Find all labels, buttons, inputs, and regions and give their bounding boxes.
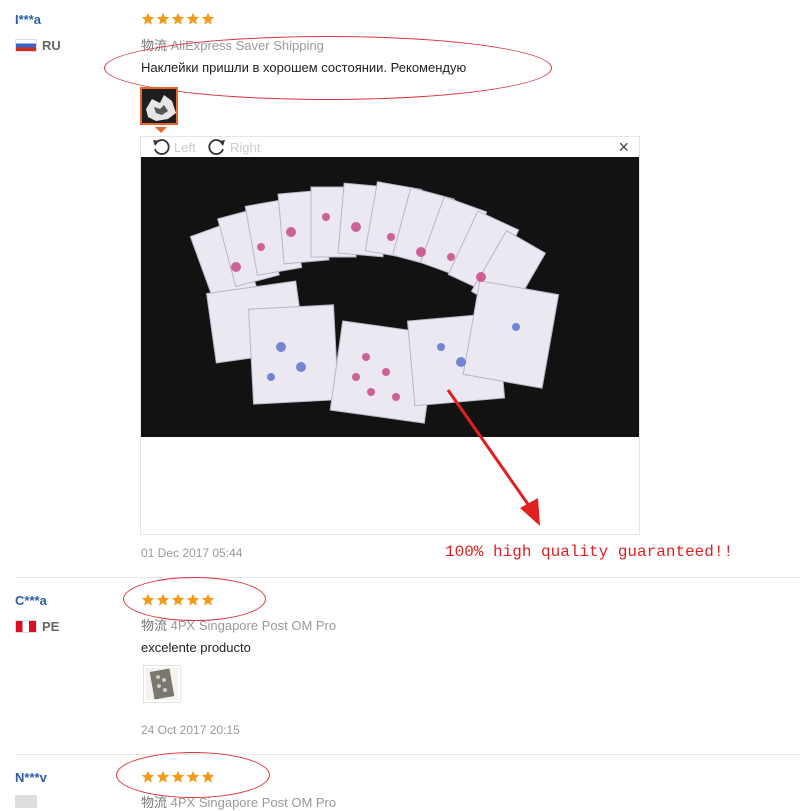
shipping-prefix: 物流 [141,795,168,810]
selected-thumbnail-pointer [155,127,167,133]
star-icon [156,593,170,606]
rotate-right-button[interactable]: Right [207,137,260,157]
star-icon [156,770,170,783]
shipping-method: 物流 4PX Singapore Post OM Pro [141,615,336,634]
review-divider [15,577,800,578]
review-divider [15,754,800,755]
rotate-left-button[interactable]: Left [151,137,196,157]
flag-ru-icon [15,39,37,52]
star-icon [141,593,155,606]
guarantee-annotation: 100% high quality guaranteed!! [445,543,734,561]
close-icon[interactable]: × [618,138,629,156]
reviewer-country [15,795,42,808]
review-text: excelente producto [141,640,251,655]
star-rating [141,770,215,784]
star-icon [186,593,200,606]
star-icon [141,770,155,783]
flag-pe-icon [15,620,37,633]
star-icon [171,593,185,606]
shipping-label: 4PX Singapore Post OM Pro [170,618,337,633]
star-icon [186,770,200,783]
country-code: PE [42,619,60,634]
rotate-right-icon [208,139,225,155]
reviewer-name: I***a [15,12,42,27]
photo-viewer: Left Right × [140,136,640,535]
star-rating [141,593,215,607]
review-date: 01 Dec 2017 05:44 [141,546,243,560]
reviewer-name: N***v [15,770,47,785]
star-rating [141,12,215,26]
star-icon [201,770,215,783]
rotate-left-icon [153,139,170,155]
shipping-prefix: 物流 [141,618,168,633]
reviewer-name: C***a [15,593,47,608]
country-code: RU [42,38,61,53]
star-icon [186,12,200,25]
flag-icon [15,795,37,808]
star-icon [201,593,215,606]
star-icon [201,12,215,25]
star-icon [156,12,170,25]
review-text: Наклейки пришли в хорошем состоянии. Рек… [141,60,467,75]
review-photo-large [141,157,639,437]
annotation-arrow [446,389,540,526]
photo-thumbnail-image [146,668,178,700]
rotate-left-label: Left [174,139,196,155]
star-icon [171,770,185,783]
review-photo-thumbnail[interactable] [143,665,181,703]
star-icon [171,12,185,25]
shipping-label: 4PX Singapore Post OM Pro [170,795,337,810]
rotate-right-label: Right [230,139,261,155]
reviewer-country: RU [15,38,61,53]
review-date: 24 Oct 2017 20:15 [141,723,240,737]
shipping-method: 物流 4PX Singapore Post OM Pro [141,792,336,811]
photo-thumbnail-image [142,89,176,123]
nail-stickers-photo [141,157,639,437]
review-photo-thumbnail[interactable] [140,87,178,125]
reviewer-country: PE [15,619,59,634]
star-icon [141,12,155,25]
